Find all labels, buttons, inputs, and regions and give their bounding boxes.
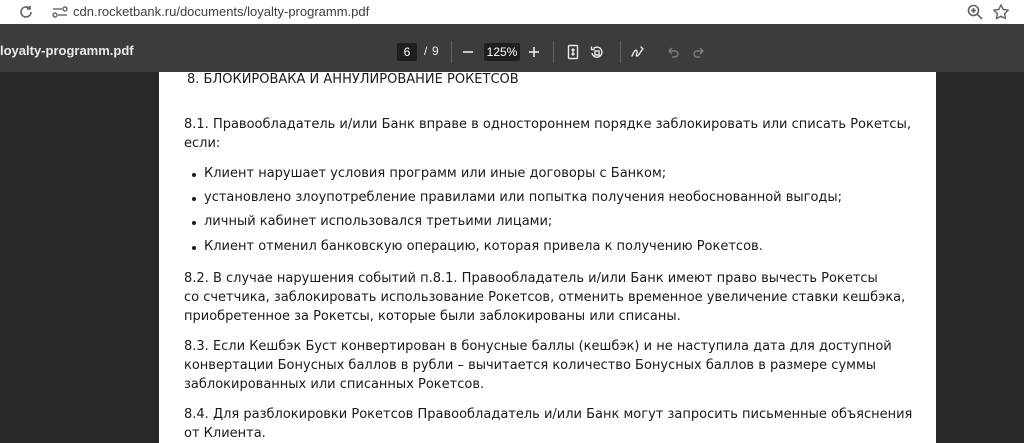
page-number-input[interactable]: 6 xyxy=(397,43,417,61)
toolbar-divider xyxy=(620,41,621,63)
paragraph-line: если: xyxy=(184,136,221,151)
paragraph-line: приобретенное за Рокетсы, которые были з… xyxy=(184,309,681,324)
annotate-pen-icon[interactable] xyxy=(628,42,648,62)
site-info-icon[interactable] xyxy=(49,2,71,22)
paragraph-line: 8.1. Правообладатель и/или Банк вправе в… xyxy=(184,117,911,132)
toolbar-divider xyxy=(553,41,554,63)
bullet-item: установлено злоупотребление правилами ил… xyxy=(204,190,843,205)
redo-icon[interactable] xyxy=(689,42,709,62)
paragraph-line: 8.3. Если Кешбэк Буст конвертирован в бо… xyxy=(184,339,892,354)
zoom-out-button[interactable] xyxy=(458,42,478,62)
paragraph-line: от Клиента. xyxy=(184,426,266,441)
bullet-dot xyxy=(192,173,196,177)
browser-address-bar: cdn.rocketbank.ru/documents/loyalty-prog… xyxy=(0,0,1024,24)
bullet-item: личный кабинет использовался третьими ли… xyxy=(204,214,553,229)
zoom-in-button[interactable] xyxy=(524,42,544,62)
paragraph-line: со счетчика, заблокировать использование… xyxy=(184,290,906,305)
pdf-toolbar: loyalty-programm.pdf 6 / 9 125% xyxy=(0,24,1024,72)
paragraph-line: конвертации Бонусных баллов в рубли – вы… xyxy=(184,358,877,373)
paragraph-line: 8.2. В случае нарушения событий п.8.1. П… xyxy=(184,271,878,286)
page-separator: / xyxy=(424,44,428,58)
pdf-viewer[interactable]: 8. БЛОКИРОВАКА И АННУЛИРОВАНИЕ РОКЕТСОВ … xyxy=(0,72,1024,443)
paragraph-line: 8.4. Для разблокировки Рокетсов Правообл… xyxy=(184,407,913,422)
section-heading: 8. БЛОКИРОВАКА И АННУЛИРОВАНИЕ РОКЕТСОВ xyxy=(187,72,519,87)
reload-icon[interactable] xyxy=(18,4,34,20)
bullet-item: Клиент отменил банковскую операцию, кото… xyxy=(204,239,763,254)
bullet-dot xyxy=(192,246,196,250)
zoom-icon[interactable] xyxy=(966,3,984,21)
document-title: loyalty-programm.pdf xyxy=(0,43,134,58)
bullet-dot xyxy=(192,197,196,201)
toolbar-divider xyxy=(451,41,452,63)
undo-icon[interactable] xyxy=(663,42,683,62)
paragraph-line: заблокированных или списанных Рокетсов. xyxy=(184,377,485,392)
rotate-icon[interactable] xyxy=(587,42,607,62)
bookmark-star-icon[interactable] xyxy=(992,3,1010,21)
page-total: 9 xyxy=(432,44,439,58)
bullet-item: Клиент нарушает условия программ или ины… xyxy=(204,166,667,181)
zoom-level-input[interactable]: 125% xyxy=(484,43,520,61)
url-text[interactable]: cdn.rocketbank.ru/documents/loyalty-prog… xyxy=(73,4,369,19)
bullet-dot xyxy=(192,221,196,225)
fit-page-icon[interactable] xyxy=(563,42,583,62)
pdf-page: 8. БЛОКИРОВАКА И АННУЛИРОВАНИЕ РОКЕТСОВ … xyxy=(159,72,936,443)
